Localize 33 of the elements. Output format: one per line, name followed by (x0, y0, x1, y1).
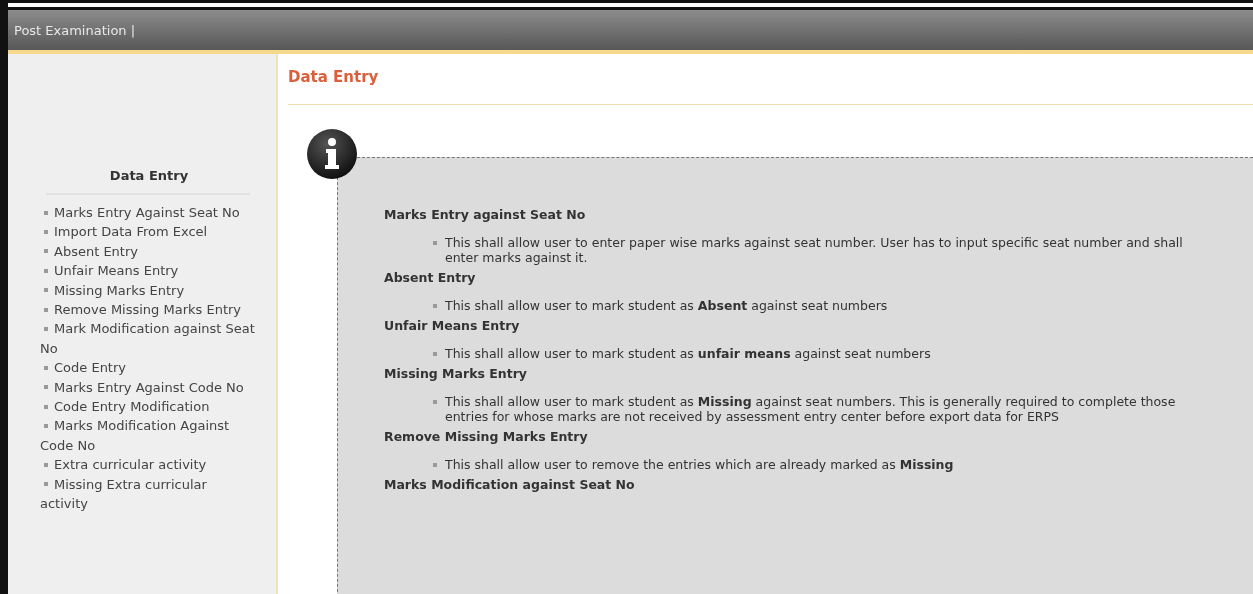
description-text: This shall allow user to mark student as unfair means against seat numbers (445, 346, 931, 361)
description-text: This shall allow user to remove the entries which are already marked as Missing (445, 457, 954, 472)
section-heading: Marks Entry against Seat No (384, 206, 587, 224)
bullet-icon (433, 304, 437, 308)
description-text: This shall allow user to mark student as Absent against seat numbers (445, 298, 888, 313)
section-heading: Remove Missing Marks Entry (384, 428, 589, 446)
sidebar-link[interactable]: Unfair Means Entry (40, 261, 258, 281)
sidebar-link[interactable]: Marks Entry Against Seat No (40, 203, 258, 223)
bullet-icon (433, 400, 437, 404)
section-heading: Missing Marks Entry (384, 365, 528, 383)
sidebar-link[interactable]: Code Entry Modification (40, 397, 258, 417)
description-text: This shall allow user to enter paper wise marks against seat number. User has to input specific seat number and shall enter marks against it. (445, 235, 1184, 265)
sidebar-link[interactable]: Extra curricular activity (40, 455, 258, 475)
sidebar-link[interactable]: Mark Modification against Seat No (40, 319, 258, 359)
app-title: Post Examination | (14, 22, 136, 38)
info-icon (306, 128, 358, 180)
page-title: Data Entry (288, 67, 380, 88)
section-heading: Unfair Means Entry (384, 317, 521, 335)
sidebar-link[interactable]: Missing Marks Entry (40, 280, 258, 301)
section-heading: Absent Entry (384, 269, 477, 287)
sidebar-link[interactable]: Code Entry (40, 358, 258, 378)
bullet-icon (433, 241, 437, 245)
section-heading: Marks Modification against Seat No (384, 476, 636, 494)
sidebar-link[interactable]: Absent Entry (40, 241, 258, 262)
sidebar-title: Data Entry (108, 168, 190, 185)
sidebar-link[interactable]: Marks Entry Against Code No (40, 377, 258, 398)
description-text: This shall allow user to mark student as Missing against seat numbers. This is generally required to complete those entries for whose marks are not received by assessment entry center before export data for ERPS (445, 394, 1177, 424)
bullet-icon (433, 352, 437, 356)
sidebar-link[interactable]: Marks Modification Against Code No (40, 416, 258, 456)
bullet-icon (433, 463, 437, 467)
sidebar-link[interactable]: Import Data From Excel (40, 222, 258, 242)
sidebar-link[interactable]: Remove Missing Marks Entry (40, 300, 258, 320)
sidebar-link[interactable]: Missing Extra curricular activity (40, 474, 258, 514)
